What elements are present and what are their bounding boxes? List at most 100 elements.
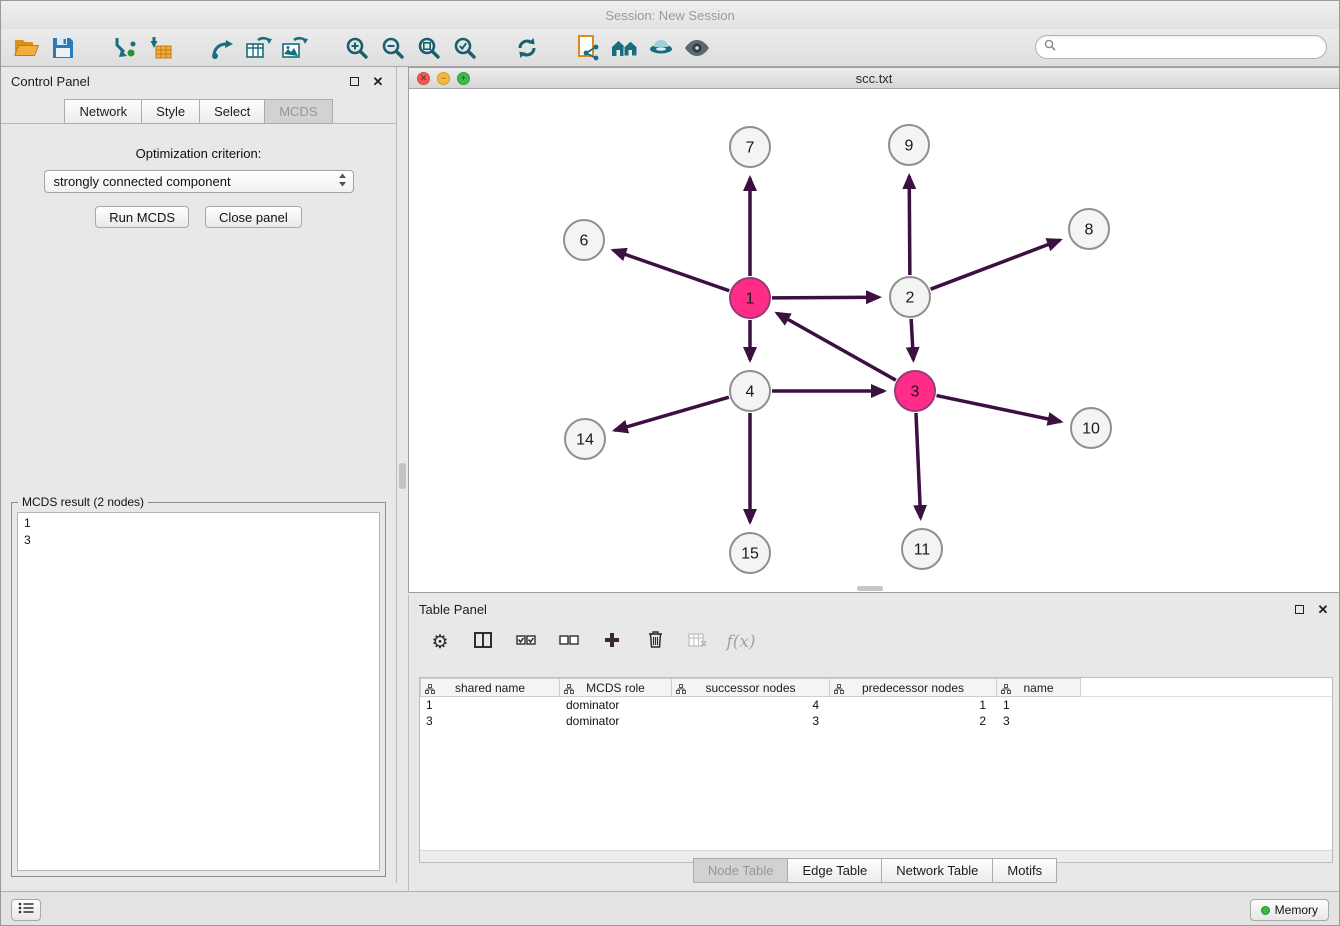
cell-name[interactable]: 3 <box>997 713 1081 729</box>
graph-edge[interactable] <box>931 240 1060 289</box>
selected-option: strongly connected component <box>54 174 338 189</box>
graph-edge[interactable] <box>772 297 879 298</box>
column-header-predecessor-nodes[interactable]: predecessor nodes <box>829 678 997 697</box>
graph-node-14[interactable]: 14 <box>565 419 605 459</box>
cell-predecessor-nodes[interactable]: 1 <box>830 697 997 713</box>
style-wand-icon <box>648 38 674 58</box>
export-image-button[interactable] <box>277 32 313 64</box>
cell-mcds-role[interactable]: dominator <box>560 713 672 729</box>
zoom-in-button[interactable] <box>339 32 375 64</box>
tab-network[interactable]: Network <box>64 99 142 124</box>
table-row[interactable]: 1 dominator 4 1 1 <box>420 697 1332 713</box>
graph-node-8[interactable]: 8 <box>1069 209 1109 249</box>
add-column-button[interactable] <box>601 631 623 653</box>
tab-motifs[interactable]: Motifs <box>992 858 1057 883</box>
graph-edge[interactable] <box>911 319 913 360</box>
cell-shared-name[interactable]: 1 <box>420 697 560 713</box>
column-header-name[interactable]: name <box>996 678 1081 697</box>
cell-successor-nodes[interactable]: 4 <box>672 697 830 713</box>
close-panel-button[interactable]: ✕ <box>370 73 386 89</box>
search-input[interactable] <box>1061 40 1318 54</box>
graph-node-10[interactable]: 10 <box>1071 408 1111 448</box>
clear-selection-button[interactable] <box>558 631 580 653</box>
graph-node-11[interactable]: 11 <box>902 529 942 569</box>
graph-node-6[interactable]: 6 <box>564 220 604 260</box>
memory-button[interactable]: Memory <box>1250 899 1329 921</box>
graph-edge[interactable] <box>937 396 1061 422</box>
memory-label: Memory <box>1275 903 1318 917</box>
home-network-button[interactable] <box>607 32 643 64</box>
split-columns-button[interactable] <box>472 631 494 653</box>
import-table-file-button[interactable] <box>143 32 179 64</box>
float-panel-button[interactable] <box>346 73 362 89</box>
graph-edge[interactable] <box>613 250 729 291</box>
vertical-splitter-handle[interactable] <box>399 463 406 489</box>
float-table-panel-button[interactable] <box>1291 601 1307 617</box>
export-table-button[interactable] <box>241 32 277 64</box>
cell-filler <box>1081 713 1332 729</box>
column-header-shared-name[interactable]: shared name <box>420 678 560 697</box>
svg-text:11: 11 <box>914 542 931 559</box>
network-canvas[interactable]: 7 9 6 8 1 2 4 3 14 10 15 11 <box>409 89 1339 592</box>
horizontal-scroll-handle[interactable] <box>857 586 883 591</box>
zoom-fit-button[interactable] <box>411 32 447 64</box>
show-hide-button[interactable] <box>679 32 715 64</box>
svg-text:3: 3 <box>911 384 920 401</box>
open-in-browser-button[interactable] <box>571 32 607 64</box>
graph-edge[interactable] <box>909 176 910 275</box>
optimization-criterion-select[interactable]: strongly connected component <box>44 170 354 193</box>
zoom-selected-button[interactable] <box>447 32 483 64</box>
cell-shared-name[interactable]: 3 <box>420 713 560 729</box>
graph-node-9[interactable]: 9 <box>889 125 929 165</box>
graph-node-1[interactable]: 1 <box>730 278 770 318</box>
cell-successor-nodes[interactable]: 3 <box>672 713 830 729</box>
table-settings-button[interactable]: ⚙ <box>429 631 451 653</box>
window-title: Session: New Session <box>605 8 734 23</box>
column-header-mcds-role[interactable]: MCDS role <box>559 678 672 697</box>
refresh-button[interactable] <box>509 32 545 64</box>
tab-node-table[interactable]: Node Table <box>693 858 789 883</box>
open-folder-icon <box>14 37 40 59</box>
tab-style[interactable]: Style <box>141 99 200 124</box>
node-table: shared name MCDS role successor nodes pr… <box>419 677 1333 863</box>
zoom-out-button[interactable] <box>375 32 411 64</box>
cell-mcds-role[interactable]: dominator <box>560 697 672 713</box>
graph-edge[interactable] <box>777 313 896 380</box>
tab-select[interactable]: Select <box>199 99 265 124</box>
minimize-window-button[interactable]: − <box>437 72 450 85</box>
delete-column-button[interactable] <box>644 631 666 653</box>
select-all-button[interactable] <box>515 631 537 653</box>
task-history-button[interactable] <box>11 899 41 921</box>
graph-node-3[interactable]: 3 <box>895 371 935 411</box>
import-network-file-button[interactable] <box>107 32 143 64</box>
style-wand-button[interactable] <box>643 32 679 64</box>
tab-mcds[interactable]: MCDS <box>264 99 332 124</box>
table-toolbar: ⚙ f(x) <box>409 621 1340 663</box>
cell-name[interactable]: 1 <box>997 697 1081 713</box>
graph-node-7[interactable]: 7 <box>730 127 770 167</box>
graph-edge[interactable] <box>615 397 729 430</box>
column-header-successor-nodes[interactable]: successor nodes <box>671 678 830 697</box>
table-row[interactable]: 3 dominator 3 2 3 <box>420 713 1332 729</box>
export-network-button[interactable] <box>205 32 241 64</box>
cell-filler <box>1081 697 1332 713</box>
graph-node-2[interactable]: 2 <box>890 277 930 317</box>
tab-edge-table[interactable]: Edge Table <box>787 858 882 883</box>
graph-node-15[interactable]: 15 <box>730 533 770 573</box>
open-session-button[interactable] <box>9 32 45 64</box>
maximize-window-button[interactable]: + <box>457 72 470 85</box>
search-field[interactable] <box>1035 35 1327 59</box>
tab-network-table[interactable]: Network Table <box>881 858 993 883</box>
result-line: 1 <box>24 515 373 532</box>
save-session-button[interactable] <box>45 32 81 64</box>
cell-predecessor-nodes[interactable]: 2 <box>830 713 997 729</box>
graph-node-4[interactable]: 4 <box>730 371 770 411</box>
column-label: successor nodes <box>705 681 795 695</box>
run-mcds-button[interactable]: Run MCDS <box>95 206 189 228</box>
close-window-button[interactable]: ✕ <box>417 72 430 85</box>
close-panel-button-2[interactable]: Close panel <box>205 206 302 228</box>
close-table-panel-button[interactable]: ✕ <box>1315 601 1331 617</box>
graph-edge[interactable] <box>916 413 921 518</box>
network-graph[interactable]: 7 9 6 8 1 2 4 3 14 10 15 11 <box>409 89 1339 592</box>
export-image-icon <box>282 36 308 60</box>
